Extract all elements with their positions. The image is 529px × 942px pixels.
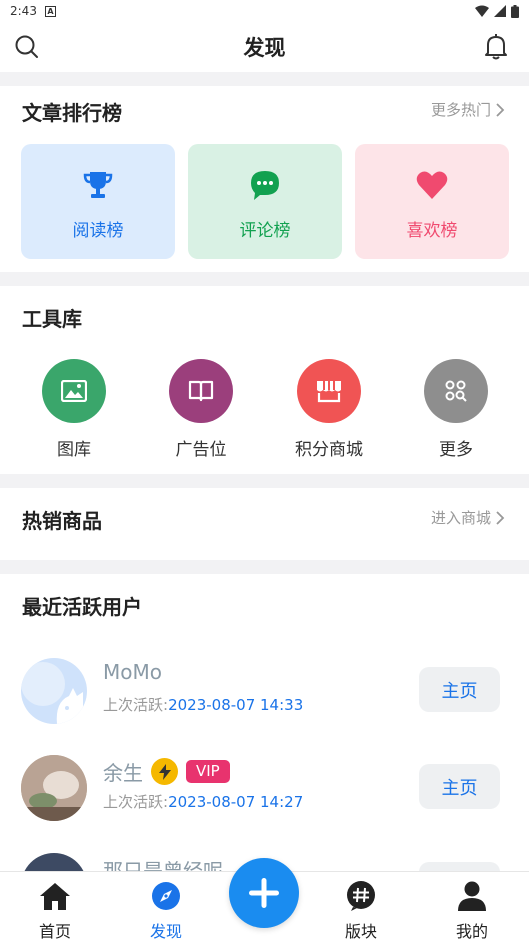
tool-gallery[interactable]: 图库 [19, 359, 129, 460]
user-home-button[interactable]: 主页 [419, 667, 500, 712]
hot-products-title: 热销商品 [22, 509, 102, 533]
user-name[interactable]: 余生 VIP [103, 757, 230, 786]
hot-products-card: 热销商品 进入商城 [0, 488, 529, 560]
chevron-right-icon [496, 510, 505, 525]
search-icon[interactable] [14, 34, 40, 60]
enter-mall-label: 进入商城 [430, 509, 491, 527]
chevron-right-icon [496, 102, 505, 117]
enter-mall-link[interactable]: 进入商城 [431, 507, 505, 528]
avatar[interactable] [21, 658, 87, 724]
store-icon [317, 381, 341, 403]
last-active-prefix: 上次活跃: [103, 793, 169, 811]
compass-icon [152, 882, 180, 910]
user-name-label: MoMo [103, 660, 162, 684]
book-icon [188, 380, 214, 402]
active-users-card: 最近活跃用户 MoMo 上次活跃:2023-08-07 14:33 主页 余生 … [0, 574, 529, 919]
last-active-time: 2023-08-07 14:27 [168, 793, 304, 811]
tools-card: 工具库 图库 广告位 积分商城 更多 [0, 286, 529, 474]
user-name-label: 余生 [103, 761, 143, 785]
tool-more-circle [424, 359, 488, 423]
avatar-photo [21, 755, 87, 821]
tile-like-label: 喜欢榜 [406, 221, 458, 241]
nav-forum[interactable]: 版块 [321, 880, 401, 942]
person-icon [458, 881, 486, 911]
hashtag-icon [347, 881, 375, 911]
tool-gallery-label: 图库 [57, 440, 91, 460]
lightning-badge-icon [151, 758, 178, 785]
status-time: 2:43 [10, 4, 37, 18]
nav-discover-label: 发现 [149, 922, 182, 941]
status-bar: 2:43 A [0, 0, 529, 22]
tool-more-label: 更多 [439, 440, 473, 460]
bell-icon[interactable] [483, 33, 509, 61]
signal-icon [494, 5, 506, 17]
last-active-time: 2023-08-07 14:33 [168, 696, 304, 714]
avatar[interactable] [21, 755, 87, 821]
more-hot-link[interactable]: 更多热门 [431, 99, 505, 120]
user-row: 余生 VIP 上次活跃:2023-08-07 14:27 主页 [0, 755, 529, 845]
nav-forum-label: 版块 [344, 922, 377, 941]
tool-more[interactable]: 更多 [401, 359, 511, 460]
trophy-icon [83, 172, 113, 198]
nav-home-label: 首页 [38, 922, 71, 941]
top-nav: 发现 [0, 22, 529, 72]
chat-bubble-icon [251, 171, 279, 200]
vip-badge: VIP [186, 760, 230, 783]
screen: 2:43 A 发现 文章排行榜 更多热门 阅读榜 评论榜 喜欢榜 工具库 图库 … [0, 0, 529, 942]
battery-icon [511, 4, 519, 18]
tile-read-ranking[interactable]: 阅读榜 [21, 144, 175, 259]
plus-icon [249, 878, 279, 908]
tool-gallery-circle [42, 359, 106, 423]
tile-like-ranking[interactable]: 喜欢榜 [355, 144, 509, 259]
active-users-title: 最近活跃用户 [22, 595, 142, 619]
ranking-title: 文章排行榜 [22, 101, 122, 125]
image-icon [61, 380, 87, 402]
user-name[interactable]: MoMo [103, 660, 162, 684]
tool-points-mall-label: 积分商城 [295, 440, 363, 460]
tool-points-mall-circle [297, 359, 361, 423]
heart-icon [416, 171, 448, 199]
tool-points-mall[interactable]: 积分商城 [274, 359, 384, 460]
user-home-button[interactable]: 主页 [419, 764, 500, 809]
tile-comment-ranking[interactable]: 评论榜 [188, 144, 342, 259]
tool-ads[interactable]: 广告位 [146, 359, 256, 460]
last-active-prefix: 上次活跃: [103, 696, 169, 714]
post-fab-button[interactable] [229, 858, 299, 928]
user-row: MoMo 上次活跃:2023-08-07 14:33 主页 [0, 658, 529, 748]
notification-icon: A [44, 5, 56, 17]
avatar-placeholder-icon [21, 662, 83, 724]
user-last-active: 上次活跃:2023-08-07 14:33 [103, 694, 303, 715]
nav-discover[interactable]: 发现 [126, 880, 206, 942]
grid-search-icon [445, 380, 467, 402]
user-last-active: 上次活跃:2023-08-07 14:27 [103, 791, 303, 812]
ranking-card: 文章排行榜 更多热门 阅读榜 评论榜 喜欢榜 [0, 86, 529, 272]
tile-read-label: 阅读榜 [72, 221, 124, 241]
tools-title: 工具库 [22, 307, 82, 331]
page-title: 发现 [243, 36, 286, 60]
nav-mine-label: 我的 [455, 922, 488, 941]
home-icon [40, 883, 70, 910]
tool-ads-circle [169, 359, 233, 423]
wifi-icon [475, 5, 489, 17]
nav-mine[interactable]: 我的 [432, 880, 512, 942]
tile-comment-label: 评论榜 [239, 221, 291, 241]
more-hot-label: 更多热门 [430, 101, 491, 119]
tool-ads-label: 广告位 [175, 440, 227, 460]
status-right [475, 4, 519, 18]
status-left: 2:43 A [10, 4, 56, 18]
nav-home[interactable]: 首页 [15, 880, 95, 942]
